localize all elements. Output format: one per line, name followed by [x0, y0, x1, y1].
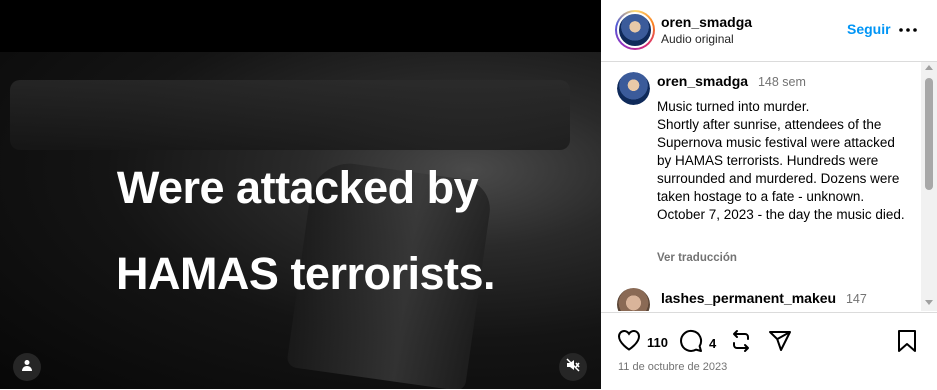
- caption-line: October 7, 2023 - the day the music died…: [657, 207, 905, 222]
- comment-icon: [679, 329, 703, 358]
- like-count[interactable]: 110: [647, 335, 668, 350]
- post-side-panel: oren_smadga Audio original Seguir oren_s…: [601, 0, 937, 389]
- user-icon: [21, 358, 33, 376]
- save-button[interactable]: [897, 329, 917, 358]
- caption-author-username[interactable]: oren_smadga 148 sem: [657, 73, 806, 89]
- mute-button[interactable]: [559, 353, 587, 381]
- caption-time[interactable]: 148 sem: [758, 75, 806, 89]
- author-avatar[interactable]: [615, 10, 655, 50]
- share-button[interactable]: [768, 329, 792, 358]
- video-caption-line-1: Were attacked by: [116, 162, 479, 213]
- comment-time[interactable]: 147: [846, 292, 867, 306]
- post-actions-bar: 110 4 11 de octubre de 2023: [601, 312, 937, 390]
- commenter-avatar[interactable]: [617, 288, 650, 311]
- bookmark-icon: [897, 329, 917, 358]
- comment-author[interactable]: lashes_permanent_makeu 147: [661, 290, 867, 306]
- caption-line: Shortly after sunrise, attendees of the …: [657, 117, 900, 204]
- like-button[interactable]: 110: [617, 329, 668, 356]
- tagged-users-button[interactable]: [13, 353, 41, 381]
- repost-icon: [729, 329, 753, 358]
- caption-author-avatar[interactable]: [617, 72, 650, 105]
- pistol-slide-image: [10, 80, 570, 150]
- caption-line: Music turned into murder.: [657, 99, 810, 114]
- video-caption-line-2: HAMAS terrorists.: [115, 248, 496, 299]
- scrollbar-thumb[interactable]: [925, 78, 933, 190]
- remix-button[interactable]: [729, 329, 753, 358]
- comments-list[interactable]: oren_smadga 148 sem Music turned into mu…: [601, 62, 937, 311]
- audio-label[interactable]: Audio original: [661, 32, 734, 46]
- see-translation-link[interactable]: Ver traducción: [657, 252, 737, 264]
- comment-count[interactable]: 4: [709, 336, 716, 351]
- comments-scrollbar[interactable]: [921, 62, 937, 311]
- post-header: oren_smadga Audio original Seguir: [601, 0, 937, 62]
- follow-button[interactable]: Seguir: [847, 21, 891, 37]
- speaker-muted-icon: [566, 357, 580, 377]
- send-icon: [768, 329, 792, 358]
- heart-icon: [617, 329, 641, 356]
- scroll-up-icon[interactable]: [925, 65, 933, 70]
- comment-button[interactable]: 4: [679, 329, 716, 358]
- more-icon: [899, 19, 917, 37]
- more-options-button[interactable]: [897, 18, 919, 38]
- author-username[interactable]: oren_smadga: [661, 14, 752, 30]
- post-date[interactable]: 11 de octubre de 2023: [618, 361, 727, 373]
- post-caption: Music turned into murder. Shortly after …: [657, 98, 907, 224]
- video-player[interactable]: Were attacked by HAMAS terrorists.: [0, 0, 601, 389]
- scroll-down-icon[interactable]: [925, 300, 933, 305]
